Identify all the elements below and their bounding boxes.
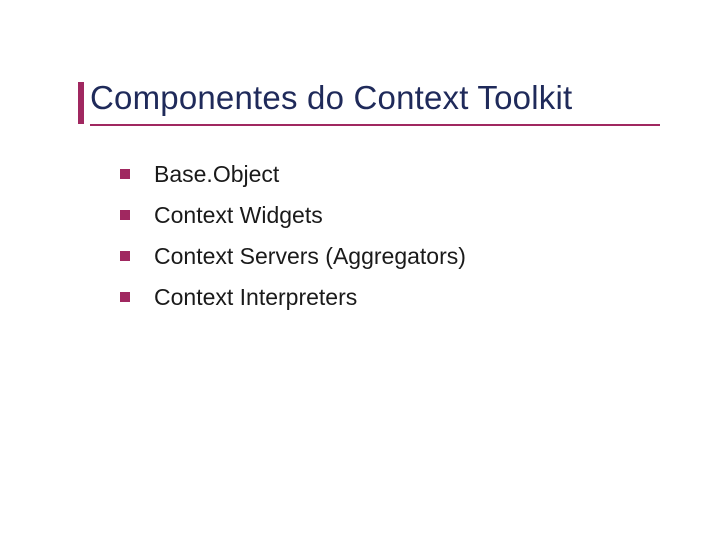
bullet-list: Base.Object Context Widgets Context Serv… [90,158,660,314]
bullet-text: Context Servers (Aggregators) [154,240,466,272]
bullet-text: Base.Object [154,158,279,190]
title-block: Componentes do Context Toolkit [90,78,660,126]
slide-title: Componentes do Context Toolkit [90,78,660,118]
list-item: Context Interpreters [120,281,660,313]
slide-container: Componentes do Context Toolkit Base.Obje… [0,0,720,540]
title-underline [90,124,660,126]
square-bullet-icon [120,292,130,302]
list-item: Context Servers (Aggregators) [120,240,660,272]
square-bullet-icon [120,210,130,220]
list-item: Context Widgets [120,199,660,231]
list-item: Base.Object [120,158,660,190]
bullet-text: Context Widgets [154,199,323,231]
square-bullet-icon [120,169,130,179]
title-accent-bar [78,82,84,124]
square-bullet-icon [120,251,130,261]
bullet-text: Context Interpreters [154,281,357,313]
